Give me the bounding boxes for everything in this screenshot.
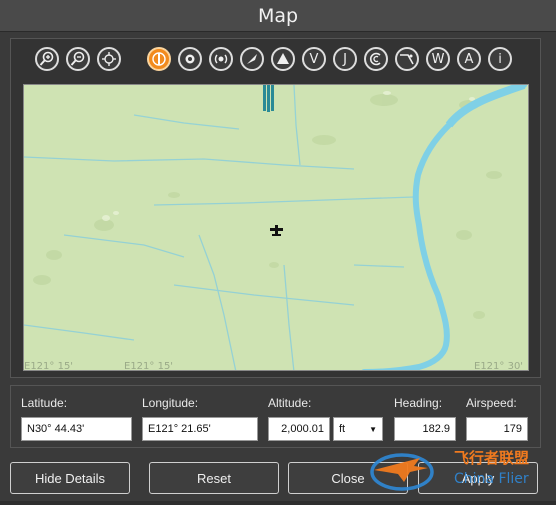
altitude-field[interactable]: 2,000.01 (268, 417, 330, 441)
zoom-in-icon[interactable] (35, 47, 59, 71)
map-toolbar: V J W A i (11, 47, 540, 77)
grid-label-left: E121° 15' (24, 361, 73, 371)
grid-label-center: E121° 15' (124, 361, 173, 371)
v-airway-icon[interactable]: V (302, 47, 326, 71)
hide-details-button[interactable]: Hide Details (10, 462, 130, 494)
latitude-label: Latitude: (21, 396, 68, 410)
watermark-subtext: China Flier (454, 471, 529, 487)
longitude-label: Longitude: (142, 396, 199, 410)
heading-label: Heading: (394, 396, 443, 410)
altitude-label: Altitude: (268, 396, 312, 410)
runway-icon (263, 85, 274, 112)
w-icon[interactable]: W (426, 47, 450, 71)
zoom-out-icon[interactable] (66, 47, 90, 71)
intersection-icon[interactable] (271, 47, 295, 71)
title-bar[interactable]: Map (0, 0, 556, 32)
grid-label-right: E121° 30' (474, 361, 523, 371)
j-airway-icon[interactable]: J (333, 47, 357, 71)
vor-icon[interactable] (209, 47, 233, 71)
window-title: Map (257, 4, 299, 27)
watermark-logo: 飞行者联盟 China Flier (370, 449, 529, 491)
china-flier-watermark: 飞行者联盟 China Flier (368, 438, 556, 500)
map-window: Map V J W A i E121° 15' E121° 15' E121° … (0, 0, 556, 501)
airspeed-label: Airspeed: (466, 396, 517, 410)
ndb-icon[interactable] (178, 47, 202, 71)
info-icon[interactable]: i (488, 47, 512, 71)
a-icon[interactable]: A (457, 47, 481, 71)
map-canvas: E121° 15' E121° 15' E121° 30' (24, 85, 528, 371)
center-icon[interactable] (97, 47, 121, 71)
reset-button[interactable]: Reset (149, 462, 279, 494)
altitude-unit-value: ft (339, 423, 346, 435)
map-view[interactable]: E121° 15' E121° 15' E121° 30' (23, 84, 529, 371)
longitude-field[interactable]: E121° 21.65' (142, 417, 258, 441)
latitude-field[interactable]: N30° 44.43' (21, 417, 132, 441)
chevron-down-icon: ▼ (369, 424, 377, 434)
watermark-text: 飞行者联盟 (454, 449, 529, 467)
airport-icon[interactable] (147, 47, 171, 71)
map-panel: V J W A i E121° 15' E121° 15' E121° 30' (10, 38, 541, 378)
flight-path-icon[interactable] (395, 47, 419, 71)
terrain-icon[interactable] (364, 47, 388, 71)
ils-icon[interactable] (240, 47, 264, 71)
